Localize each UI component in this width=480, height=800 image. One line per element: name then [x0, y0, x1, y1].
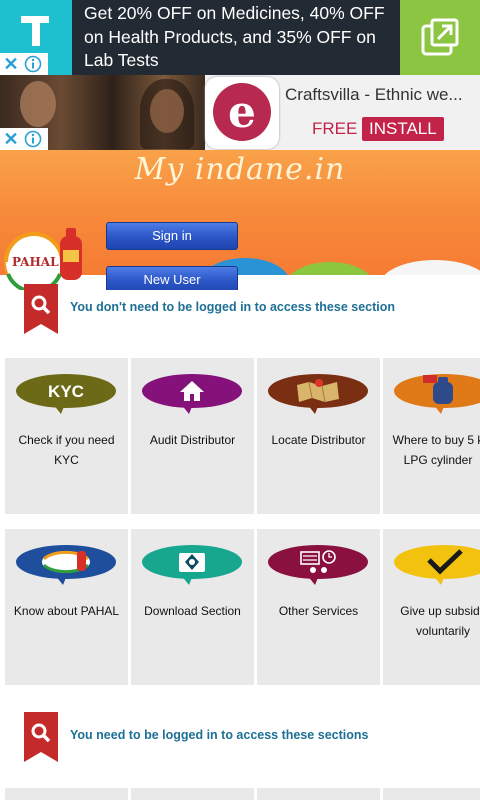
tile-caption: Locate Distributor [271, 433, 366, 447]
tile-check-kyc[interactable]: KYC Check if you need KYC [5, 358, 128, 514]
lpg-cylinder-icon [394, 374, 480, 414]
tile-locate-distributor[interactable]: Locate Distributor [257, 358, 380, 514]
tile-caption: Audit Distributor [149, 433, 236, 447]
tile-caption: Where to buy 5 k LPG cylinder [392, 433, 480, 467]
decorative-bubble [285, 262, 375, 275]
ad-info-icon[interactable] [22, 53, 44, 75]
home-icon [142, 374, 242, 414]
pahal-icon [16, 545, 116, 585]
svg-text:PAHAL: PAHAL [12, 255, 59, 269]
open-external-icon [421, 18, 459, 56]
site-title: My indane.in [134, 152, 346, 187]
tile-caption: Other Services [278, 604, 359, 618]
ad-headline[interactable]: Get 20% OFF on Medicines, 40% OFF on Hea… [84, 2, 400, 73]
tile-give-up-subsidy[interactable]: Give up subsidy voluntarily [383, 529, 480, 685]
ad-banner-app-install[interactable]: e Craftsvilla - Ethnic we... FREE INSTAL… [0, 75, 480, 150]
sign-in-button[interactable]: Sign in [106, 222, 238, 250]
section-login-required-header: You need to be logged in to access these… [0, 712, 480, 762]
app-screen: Get 20% OFF on Medicines, 40% OFF on Hea… [0, 0, 480, 800]
ad-app-title[interactable]: Craftsvilla - Ethnic we... [285, 85, 475, 105]
section-label: You need to be logged in to access these… [70, 728, 369, 742]
ad-open-button[interactable] [400, 0, 480, 75]
ad-close-icon[interactable]: ✕ [0, 128, 22, 150]
tile-caption: Check if you need KYC [18, 433, 115, 467]
search-ribbon-icon [24, 712, 58, 762]
kyc-icon: KYC [16, 374, 116, 414]
section-label: You don't need to be logged in to access… [70, 300, 396, 314]
tile-partial[interactable] [257, 788, 380, 800]
map-icon [268, 374, 368, 414]
tile-know-pahal[interactable]: Know about PAHAL [5, 529, 128, 685]
ad-close-icon[interactable]: ✕ [0, 53, 22, 75]
search-ribbon-icon [24, 284, 58, 334]
tile-partial[interactable] [131, 788, 254, 800]
tile-caption: Know about PAHAL [13, 604, 120, 618]
ad-banner-top[interactable]: Get 20% OFF on Medicines, 40% OFF on Hea… [0, 0, 480, 75]
tile-partial[interactable] [383, 788, 480, 800]
decorative-bubble [380, 260, 480, 275]
ad-free-label: FREE [312, 119, 358, 138]
svg-text:KYC: KYC [48, 382, 84, 401]
ad-badge: ✕ [0, 53, 48, 75]
tile-caption: Give up subsidy voluntarily [400, 604, 480, 638]
ad-info-icon[interactable] [22, 128, 44, 150]
ad-install-button[interactable]: INSTALL [362, 117, 444, 141]
craftsvilla-logo-icon: e [213, 83, 271, 141]
ad-badge: ✕ [0, 128, 48, 150]
section-public-header: You don't need to be logged in to access… [0, 284, 480, 334]
download-icon [142, 545, 242, 585]
tile-audit-distributor[interactable]: Audit Distributor [131, 358, 254, 514]
tile-buy-5kg-cylinder[interactable]: Where to buy 5 k LPG cylinder [383, 358, 480, 514]
tile-caption: Download Section [144, 604, 241, 618]
services-icon [268, 545, 368, 585]
tile-download-section[interactable]: Download Section [131, 529, 254, 685]
tile-other-services[interactable]: Other Services [257, 529, 380, 685]
checkmark-icon [394, 545, 480, 585]
tile-partial[interactable] [5, 788, 128, 800]
1mg-logo-icon [21, 16, 49, 46]
craftsvilla-app-icon[interactable]: e [205, 77, 279, 149]
